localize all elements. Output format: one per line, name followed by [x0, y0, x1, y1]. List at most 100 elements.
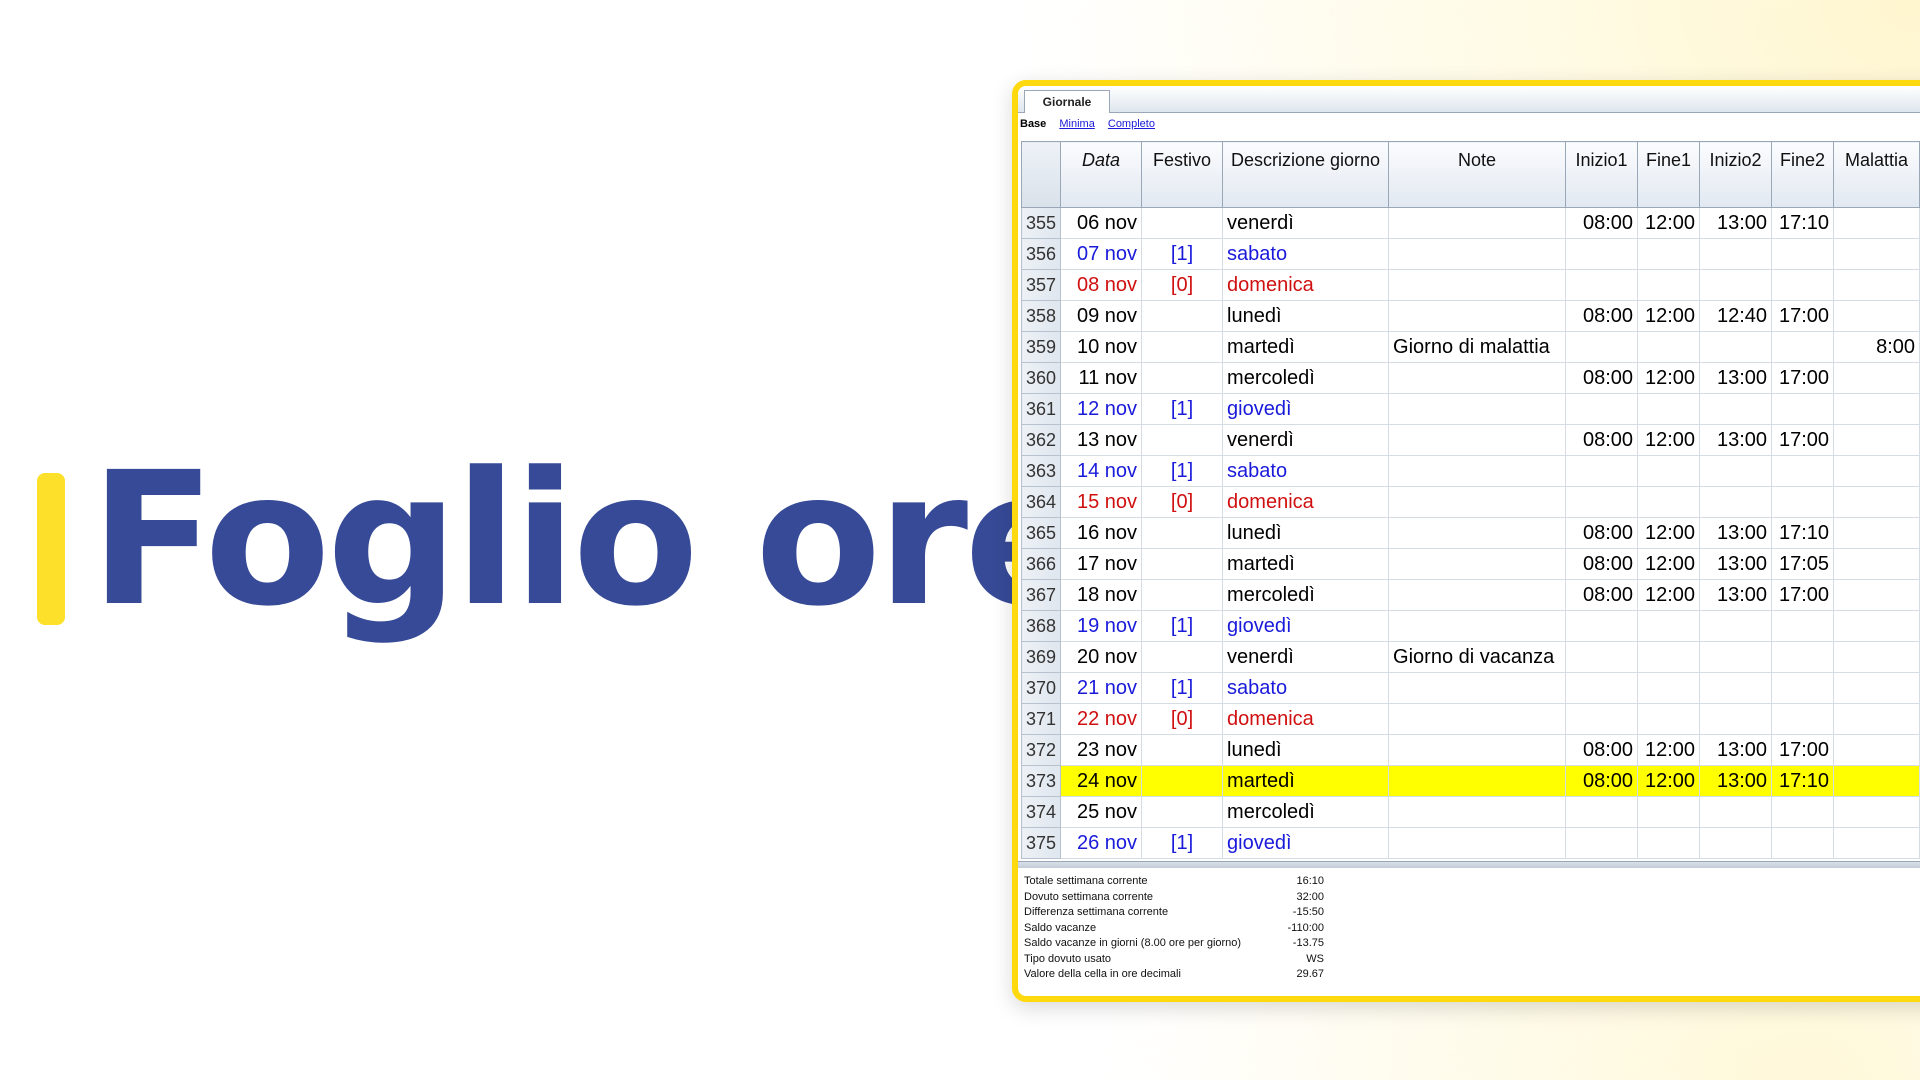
cell-malattia[interactable]: 8:00 — [1833, 331, 1920, 363]
cell-data[interactable]: 21 nov — [1060, 672, 1143, 704]
cell-note[interactable] — [1388, 734, 1567, 766]
cell-inizio1[interactable] — [1565, 393, 1639, 425]
cell-inizio2[interactable]: 13:00 — [1699, 424, 1773, 456]
cell-malattia[interactable] — [1833, 765, 1920, 797]
row-number[interactable]: 374 — [1020, 796, 1062, 828]
row-number[interactable]: 375 — [1020, 827, 1062, 859]
cell-festivo[interactable]: [1] — [1141, 672, 1224, 704]
cell-fine2[interactable] — [1771, 610, 1835, 642]
cell-descrizione[interactable]: lunedì — [1222, 300, 1390, 332]
cell-malattia[interactable] — [1833, 641, 1920, 673]
cell-data[interactable]: 26 nov — [1060, 827, 1143, 859]
cell-inizio2[interactable]: 13:00 — [1699, 765, 1773, 797]
cell-descrizione[interactable]: sabato — [1222, 238, 1390, 270]
cell-descrizione[interactable]: giovedì — [1222, 610, 1390, 642]
row-number[interactable]: 372 — [1020, 734, 1062, 766]
cell-data[interactable]: 07 nov — [1060, 238, 1143, 270]
cell-festivo[interactable] — [1141, 424, 1224, 456]
cell-malattia[interactable] — [1833, 548, 1920, 580]
cell-festivo[interactable] — [1141, 517, 1224, 549]
cell-descrizione[interactable]: domenica — [1222, 486, 1390, 518]
cell-fine2[interactable]: 17:00 — [1771, 300, 1835, 332]
cell-festivo[interactable] — [1141, 331, 1224, 363]
cell-fine1[interactable] — [1637, 486, 1701, 518]
cell-descrizione[interactable]: domenica — [1222, 269, 1390, 301]
cell-fine1[interactable] — [1637, 641, 1701, 673]
cell-festivo[interactable]: [0] — [1141, 486, 1224, 518]
cell-fine1[interactable] — [1637, 331, 1701, 363]
cell-inizio2[interactable] — [1699, 331, 1773, 363]
cell-descrizione[interactable]: domenica — [1222, 703, 1390, 735]
cell-note[interactable] — [1388, 703, 1567, 735]
cell-note[interactable] — [1388, 238, 1567, 270]
row-number[interactable]: 364 — [1020, 486, 1062, 518]
cell-inizio1[interactable] — [1565, 455, 1639, 487]
cell-fine1[interactable]: 12:00 — [1637, 765, 1701, 797]
cell-descrizione[interactable]: mercoledì — [1222, 362, 1390, 394]
cell-note[interactable] — [1388, 517, 1567, 549]
cell-inizio2[interactable] — [1699, 486, 1773, 518]
cell-inizio2[interactable]: 12:40 — [1699, 300, 1773, 332]
view-base[interactable]: Base — [1020, 118, 1046, 130]
cell-note[interactable] — [1388, 672, 1567, 704]
cell-festivo[interactable] — [1141, 796, 1224, 828]
col-header-fine2[interactable]: Fine2 — [1771, 141, 1835, 208]
cell-descrizione[interactable]: giovedì — [1222, 827, 1390, 859]
cell-descrizione[interactable]: mercoledì — [1222, 579, 1390, 611]
cell-data[interactable]: 23 nov — [1060, 734, 1143, 766]
cell-inizio1[interactable] — [1565, 796, 1639, 828]
col-header-data[interactable]: Data — [1060, 141, 1143, 208]
cell-malattia[interactable] — [1833, 207, 1920, 239]
cell-note[interactable] — [1388, 610, 1567, 642]
cell-inizio1[interactable] — [1565, 672, 1639, 704]
cell-note[interactable] — [1388, 362, 1567, 394]
cell-data[interactable]: 17 nov — [1060, 548, 1143, 580]
cell-fine1[interactable] — [1637, 703, 1701, 735]
cell-data[interactable]: 12 nov — [1060, 393, 1143, 425]
cell-fine1[interactable] — [1637, 610, 1701, 642]
cell-data[interactable]: 18 nov — [1060, 579, 1143, 611]
cell-inizio1[interactable]: 08:00 — [1565, 734, 1639, 766]
col-header-descrizione[interactable]: Descrizione giorno — [1222, 141, 1390, 208]
cell-inizio2[interactable] — [1699, 672, 1773, 704]
cell-fine1[interactable]: 12:00 — [1637, 579, 1701, 611]
cell-data[interactable]: 20 nov — [1060, 641, 1143, 673]
cell-note[interactable] — [1388, 269, 1567, 301]
cell-inizio1[interactable]: 08:00 — [1565, 548, 1639, 580]
cell-festivo[interactable] — [1141, 362, 1224, 394]
cell-festivo[interactable]: [1] — [1141, 827, 1224, 859]
cell-festivo[interactable]: [1] — [1141, 455, 1224, 487]
cell-inizio1[interactable]: 08:00 — [1565, 579, 1639, 611]
cell-fine1[interactable] — [1637, 269, 1701, 301]
cell-descrizione[interactable]: venerdì — [1222, 424, 1390, 456]
cell-malattia[interactable] — [1833, 455, 1920, 487]
cell-fine1[interactable] — [1637, 455, 1701, 487]
cell-inizio1[interactable]: 08:00 — [1565, 424, 1639, 456]
cell-inizio1[interactable]: 08:00 — [1565, 207, 1639, 239]
row-number[interactable]: 363 — [1020, 455, 1062, 487]
col-header-festivo[interactable]: Festivo — [1141, 141, 1224, 208]
cell-data[interactable]: 08 nov — [1060, 269, 1143, 301]
cell-note[interactable] — [1388, 765, 1567, 797]
cell-inizio1[interactable] — [1565, 486, 1639, 518]
cell-fine2[interactable]: 17:00 — [1771, 734, 1835, 766]
cell-note[interactable] — [1388, 827, 1567, 859]
cell-fine2[interactable] — [1771, 796, 1835, 828]
cell-festivo[interactable] — [1141, 765, 1224, 797]
cell-fine1[interactable] — [1637, 827, 1701, 859]
col-header-inizio1[interactable]: Inizio1 — [1565, 141, 1639, 208]
cell-descrizione[interactable]: venerdì — [1222, 207, 1390, 239]
cell-data[interactable]: 09 nov — [1060, 300, 1143, 332]
cell-note[interactable] — [1388, 486, 1567, 518]
cell-malattia[interactable] — [1833, 362, 1920, 394]
cell-descrizione[interactable]: sabato — [1222, 455, 1390, 487]
cell-malattia[interactable] — [1833, 393, 1920, 425]
row-number[interactable]: 362 — [1020, 424, 1062, 456]
cell-note[interactable] — [1388, 207, 1567, 239]
cell-festivo[interactable] — [1141, 548, 1224, 580]
row-number[interactable]: 359 — [1020, 331, 1062, 363]
cell-inizio2[interactable]: 13:00 — [1699, 734, 1773, 766]
cell-malattia[interactable] — [1833, 424, 1920, 456]
cell-fine1[interactable]: 12:00 — [1637, 424, 1701, 456]
cell-data[interactable]: 22 nov — [1060, 703, 1143, 735]
